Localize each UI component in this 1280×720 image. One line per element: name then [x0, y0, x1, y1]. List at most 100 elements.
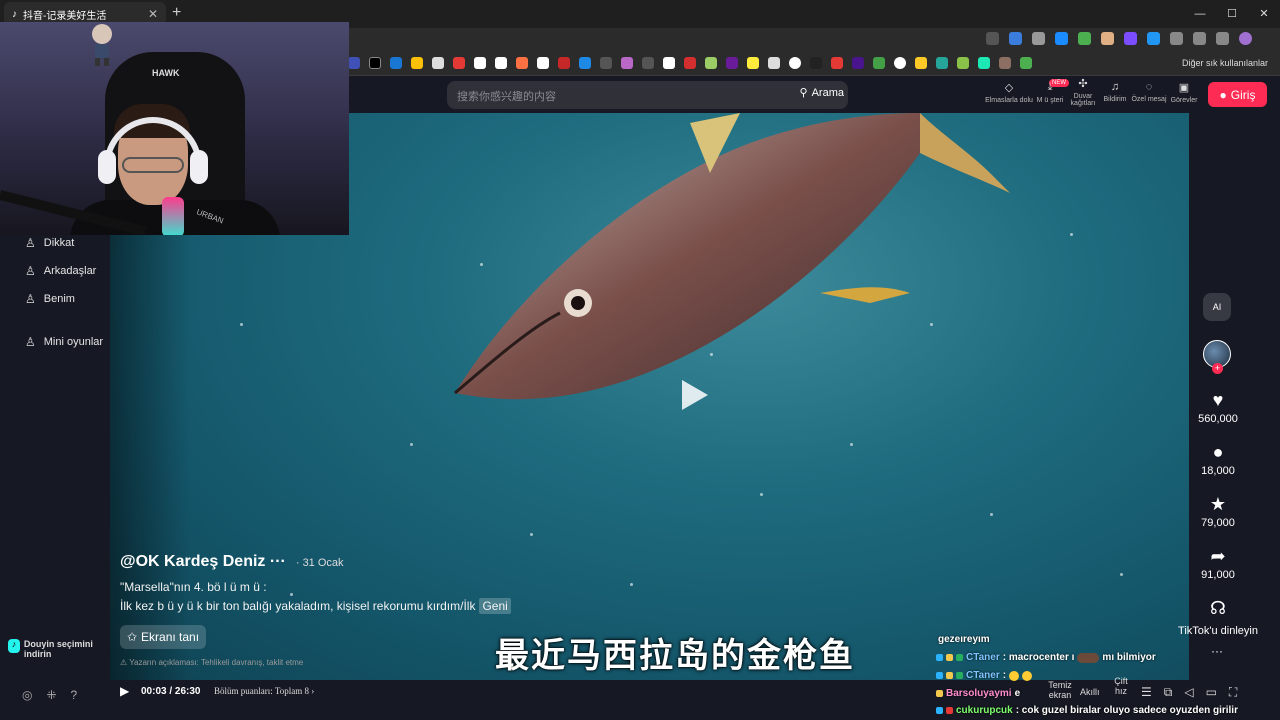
bookmark-icon[interactable]	[747, 57, 759, 69]
profile-icon: ♙	[25, 292, 36, 306]
headset-ear-left	[98, 150, 116, 184]
puzzle-icon[interactable]	[1170, 32, 1183, 45]
bookmark-icon[interactable]	[936, 57, 948, 69]
help-icon[interactable]: ?	[71, 688, 78, 702]
bookmark-icon[interactable]	[789, 57, 801, 69]
listen-icon-wrap[interactable]: ☊	[1189, 598, 1247, 621]
header-item-messages[interactable]: ◌ Özel mesaj	[1131, 81, 1167, 103]
author-name[interactable]: @OK Kardeş Deniz ···	[120, 553, 286, 571]
expand-description-button[interactable]: Geni	[479, 598, 511, 614]
favorite-button[interactable]: ★ 79,000	[1189, 494, 1247, 529]
chat-header: gezeıreyım	[938, 634, 990, 645]
emote-icon	[1077, 652, 1100, 663]
bookmark-icon[interactable]	[705, 57, 717, 69]
extension-icon[interactable]	[1147, 32, 1160, 45]
bookmark-icon[interactable]	[600, 57, 612, 69]
listen-on-tiktok[interactable]: TikTok'u dinleyin	[1170, 625, 1266, 637]
danmaku-icon[interactable]: ▭	[1206, 685, 1217, 700]
smart-quality-button[interactable]: Akıllı	[1080, 687, 1100, 697]
episodes-button[interactable]: Bölüm puanları: Toplam 8 ›	[214, 686, 314, 696]
bookmark-icon[interactable]	[495, 57, 507, 69]
bookmark-icon[interactable]	[852, 57, 864, 69]
warning-icon: ⚠	[120, 658, 130, 667]
extension-icon[interactable]	[1124, 32, 1137, 45]
bookmark-icon[interactable]	[663, 57, 675, 69]
header-item-tasks[interactable]: ▣ Görevler	[1170, 81, 1198, 104]
playlist-icon[interactable]: ☰	[1141, 685, 1152, 700]
bookmark-icon[interactable]	[915, 57, 927, 69]
sidebar-item-mini-games[interactable]: ♙ Mini oyunlar	[25, 335, 103, 349]
share-button[interactable]: ➦ 91,000	[1189, 546, 1247, 581]
like-button[interactable]: ♥ 560,000	[1189, 390, 1247, 425]
bookmark-icon[interactable]	[369, 57, 381, 69]
settings-icon[interactable]: ◎	[22, 688, 32, 702]
bookmark-icon[interactable]	[999, 57, 1011, 69]
tab-close-icon[interactable]: ✕	[148, 7, 158, 21]
headphones-icon: ☊	[1210, 598, 1226, 618]
search-button[interactable]: ⚲ Arama	[800, 86, 844, 100]
bookmark-icon[interactable]	[348, 57, 360, 69]
play-icon[interactable]	[678, 378, 710, 412]
bookmark-icon[interactable]	[957, 57, 969, 69]
extension-icon[interactable]	[1101, 32, 1114, 45]
search-box[interactable]: 搜索你感兴趣的内容 ⚲ Arama	[447, 81, 848, 109]
header-item-client[interactable]: ⤓ M ü şteri	[1036, 81, 1064, 104]
bookmark-icons	[348, 57, 1032, 69]
webcam-overlay: HAWK URBAN	[0, 22, 349, 235]
play-pause-button[interactable]: ▶	[120, 684, 129, 698]
extension-icon[interactable]	[1009, 32, 1022, 45]
emoji-icon	[1009, 670, 1020, 681]
close-window-button[interactable]: ✕	[1248, 0, 1280, 28]
minimize-button[interactable]: —	[1184, 0, 1216, 28]
recognize-screen-button[interactable]: ✩ Ekranı tanı	[120, 625, 206, 649]
download-douyin-link[interactable]: ♪ Douyin seçimini indirin	[8, 639, 108, 659]
pip-icon[interactable]: ⧉	[1164, 685, 1173, 700]
bookmark-icon[interactable]	[726, 57, 738, 69]
profile-avatar-icon[interactable]	[1239, 32, 1252, 45]
sidebar-item-dikkat[interactable]: ♙ Dikkat	[25, 236, 74, 250]
bookmark-icon[interactable]	[411, 57, 423, 69]
bookmark-icon[interactable]	[453, 57, 465, 69]
bookmark-icon[interactable]	[684, 57, 696, 69]
login-button[interactable]: ● Giriş	[1208, 82, 1267, 107]
header-item-notifications[interactable]: ♫ Bildirim	[1102, 81, 1128, 103]
apps-icon[interactable]: ⁜	[46, 688, 56, 702]
header-item-wallpapers[interactable]: ✣ Duvar kağıtları	[1068, 77, 1098, 107]
bookmark-icon[interactable]	[390, 57, 402, 69]
comment-button[interactable]: ● 18,000	[1189, 442, 1247, 477]
bookmark-icon[interactable]	[474, 57, 486, 69]
clean-screen-button[interactable]: Temiz ekran	[1046, 680, 1074, 700]
other-bookmarks[interactable]: Diğer sık kullanılanlar	[1182, 58, 1268, 68]
more-options-icon[interactable]: ···	[1211, 644, 1223, 658]
bookmark-icon[interactable]	[621, 57, 633, 69]
bookmark-icon[interactable]	[810, 57, 822, 69]
bookmark-icon[interactable]	[558, 57, 570, 69]
bookmark-icon[interactable]	[537, 57, 549, 69]
download-icon[interactable]	[1216, 32, 1229, 45]
maximize-button[interactable]: ☐	[1216, 0, 1248, 28]
bookmark-icon[interactable]	[873, 57, 885, 69]
volume-icon[interactable]: ◁	[1184, 685, 1193, 700]
video-description-line2: İlk kez b ü y ü k bir ton balığı yakalad…	[120, 598, 511, 614]
new-tab-button[interactable]: +	[172, 4, 181, 22]
extension-icon[interactable]	[986, 32, 999, 45]
bookmark-icon[interactable]	[1020, 57, 1032, 69]
bookmark-icon[interactable]	[894, 57, 906, 69]
bookmark-icon[interactable]	[978, 57, 990, 69]
header-item-diamonds[interactable]: ◇ Elmaslarla dolu	[984, 81, 1034, 104]
fullscreen-icon[interactable]: ⛶	[1229, 685, 1237, 700]
extension-icon[interactable]	[1055, 32, 1068, 45]
bookmark-icon[interactable]	[432, 57, 444, 69]
star-icon[interactable]	[1032, 32, 1045, 45]
playback-speed-button[interactable]: Çift hız	[1110, 676, 1132, 696]
bookmark-icon[interactable]	[642, 57, 654, 69]
bookmark-icon[interactable]	[768, 57, 780, 69]
sidebar-item-friends[interactable]: ♙ Arkadaşlar	[25, 264, 96, 278]
collections-icon[interactable]	[1193, 32, 1206, 45]
bookmark-icon[interactable]	[516, 57, 528, 69]
bookmark-icon[interactable]	[579, 57, 591, 69]
sidebar-item-me[interactable]: ♙ Benim	[25, 292, 75, 306]
extension-icon[interactable]	[1078, 32, 1091, 45]
search-input[interactable]: 搜索你感兴趣的内容	[457, 88, 556, 104]
bookmark-icon[interactable]	[831, 57, 843, 69]
